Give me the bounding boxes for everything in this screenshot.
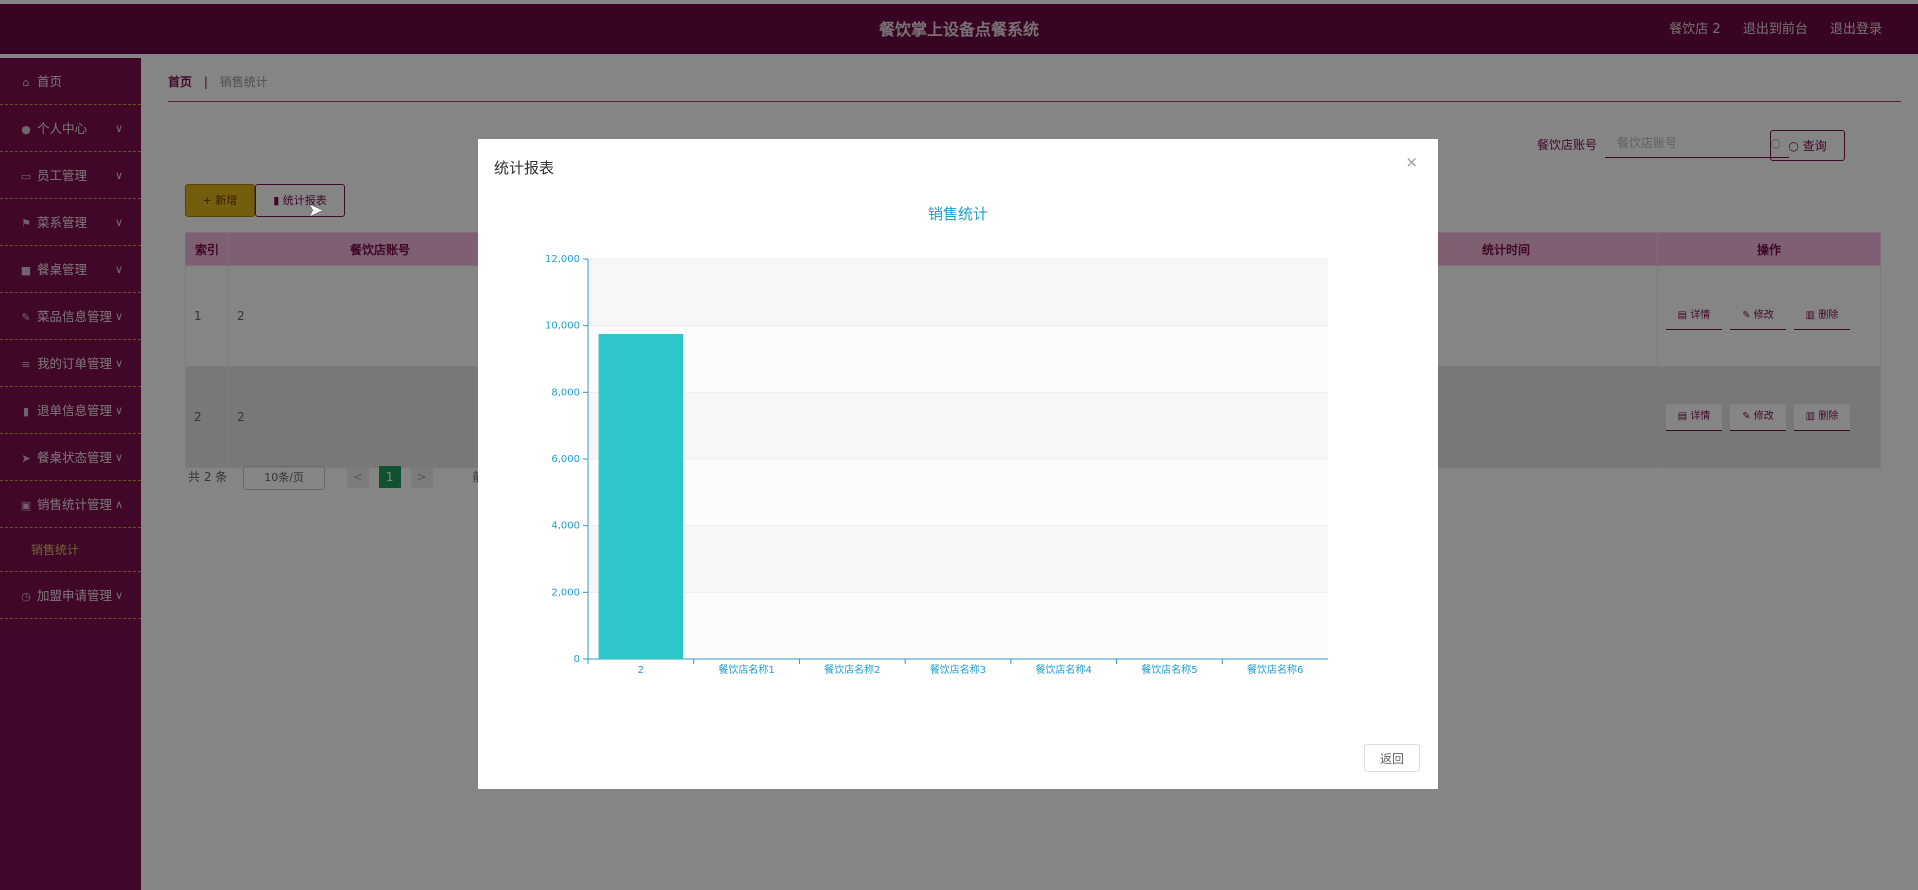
grid-band <box>588 392 1328 459</box>
x-tick-label: 2 <box>638 665 644 676</box>
x-tick-label: 餐饮店名称3 <box>930 663 986 676</box>
y-tick-label: 6,000 <box>551 454 580 465</box>
mouse-cursor-icon: ➤ <box>308 200 324 221</box>
y-tick-label: 10,000 <box>545 321 580 332</box>
y-tick-label: 12,000 <box>545 254 580 265</box>
grid-band <box>588 592 1328 659</box>
grid-band <box>588 525 1328 593</box>
grid-band <box>588 259 1328 326</box>
report-dialog: 统计报表 × 销售统计 0 2,000 4,000 6,000 8,000 10,000 12… <box>478 139 1438 789</box>
y-tick-label: 4,000 <box>551 521 580 532</box>
grid-band <box>588 325 1328 393</box>
x-tick-label: 餐饮店名称6 <box>1247 663 1303 676</box>
y-tick-label: 0 <box>574 654 580 665</box>
back-button[interactable]: 返回 <box>1364 744 1420 772</box>
x-tick-label: 餐饮店名称1 <box>718 663 774 676</box>
bar <box>598 334 684 659</box>
chart-title: 销售统计 <box>928 205 988 223</box>
x-tick-label: 餐饮店名称4 <box>1036 663 1092 676</box>
y-tick-label: 2,000 <box>551 587 580 598</box>
x-tick-label: 餐饮店名称5 <box>1141 663 1197 676</box>
grid-band <box>588 459 1328 526</box>
sales-chart: 销售统计 0 2,000 4,000 6,000 8,000 10,000 12,000 2 餐饮… <box>545 205 1328 676</box>
x-tick-label: 餐饮店名称2 <box>824 663 880 676</box>
y-tick-label: 8,000 <box>551 387 580 398</box>
